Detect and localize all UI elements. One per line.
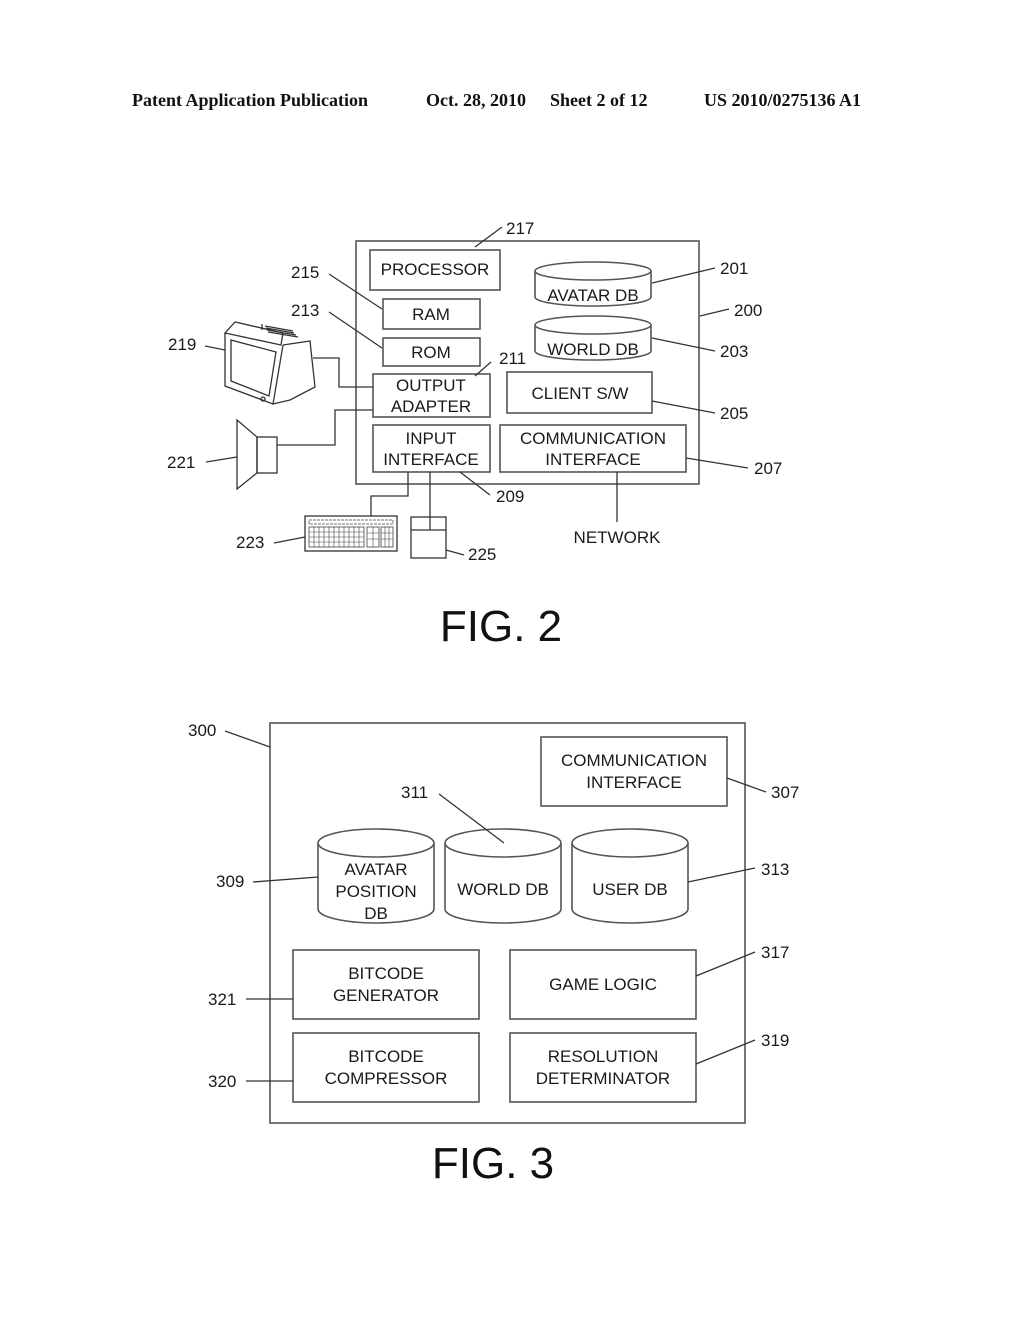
game-logic-label: GAME LOGIC [549, 975, 657, 994]
ref-225: 225 [468, 545, 496, 564]
user-db-label: USER DB [592, 880, 668, 899]
avatar-position-db-label-1: AVATAR [345, 860, 408, 879]
patent-drawing: PROCESSOR RAM ROM OUTPUT ADAPTER INPUT I… [167, 219, 799, 1188]
ref-211: 211 [499, 349, 526, 368]
fig3: COMMUNICATION INTERFACE AVATAR POSITION … [188, 721, 799, 1188]
ref-307: 307 [771, 783, 799, 802]
network-label: NETWORK [574, 528, 662, 547]
leader-200 [699, 308, 730, 317]
fig3-communication-interface-box [540, 736, 728, 807]
processor-label: PROCESSOR [381, 260, 490, 279]
ref-309: 309 [216, 872, 244, 891]
rom-label: ROM [411, 343, 451, 362]
bitcode-compressor-label-1: BITCODE [348, 1047, 424, 1066]
keyboard-icon [304, 515, 398, 552]
fig3-world-db-cylinder [444, 828, 562, 924]
ref-207: 207 [754, 459, 782, 478]
avatar-position-db-label-3: DB [364, 904, 388, 923]
ref-221: 221 [167, 453, 195, 472]
input-interface-label-2: INTERFACE [383, 450, 478, 469]
bitcode-generator-label-1: BITCODE [348, 964, 424, 983]
fig3-caption: FIG. 3 [432, 1139, 554, 1188]
avatar-position-db-label-2: POSITION [335, 882, 416, 901]
avatar-db-label: AVATAR DB [547, 286, 638, 305]
ref-209: 209 [496, 487, 524, 506]
bitcode-generator-label-2: GENERATOR [333, 986, 439, 1005]
ref-321: 321 [208, 990, 236, 1009]
leader-225 [445, 549, 465, 556]
ref-215: 215 [291, 263, 319, 282]
ref-205: 205 [720, 404, 748, 423]
ref-200: 200 [734, 301, 762, 320]
ref-201: 201 [720, 259, 748, 278]
bitcode-generator-box [292, 949, 480, 1020]
output-adapter-label-1: OUTPUT [396, 376, 466, 395]
communication-interface-label-1: COMMUNICATION [520, 429, 666, 448]
mouse-icon [410, 516, 447, 559]
ref-223: 223 [236, 533, 264, 552]
fig2: PROCESSOR RAM ROM OUTPUT ADAPTER INPUT I… [167, 219, 782, 651]
resolution-determinator-label-2: DETERMINATOR [536, 1069, 670, 1088]
ref-213: 213 [291, 301, 319, 320]
monitor-icon [223, 321, 316, 405]
fig3-communication-interface-label-2: INTERFACE [586, 773, 681, 792]
communication-interface-label-2: INTERFACE [545, 450, 640, 469]
user-db-cylinder [571, 828, 689, 924]
resolution-determinator-box [509, 1032, 697, 1103]
ref-320: 320 [208, 1072, 236, 1091]
ram-label: RAM [412, 305, 450, 324]
leader-221 [205, 456, 238, 463]
ref-317: 317 [761, 943, 789, 962]
client-sw-label: CLIENT S/W [532, 384, 629, 403]
bitcode-compressor-label-2: COMPRESSOR [325, 1069, 448, 1088]
ref-313: 313 [761, 860, 789, 879]
ref-311: 311 [401, 783, 428, 802]
ref-217: 217 [506, 219, 534, 238]
leader-300 [224, 730, 271, 748]
ref-300: 300 [188, 721, 216, 740]
bitcode-compressor-box [292, 1032, 480, 1103]
input-interface-label-1: INPUT [406, 429, 457, 448]
world-db-label: WORLD DB [547, 340, 639, 359]
fig2-caption: FIG. 2 [440, 602, 562, 651]
fig3-world-db-label: WORLD DB [457, 880, 549, 899]
leader-223 [273, 536, 306, 544]
resolution-determinator-label-1: RESOLUTION [548, 1047, 659, 1066]
ref-203: 203 [720, 342, 748, 361]
speaker-icon [236, 418, 278, 491]
output-adapter-label-2: ADAPTER [391, 397, 471, 416]
ref-319: 319 [761, 1031, 789, 1050]
fig3-communication-interface-label-1: COMMUNICATION [561, 751, 707, 770]
leader-219 [204, 345, 226, 351]
ref-219: 219 [168, 335, 196, 354]
